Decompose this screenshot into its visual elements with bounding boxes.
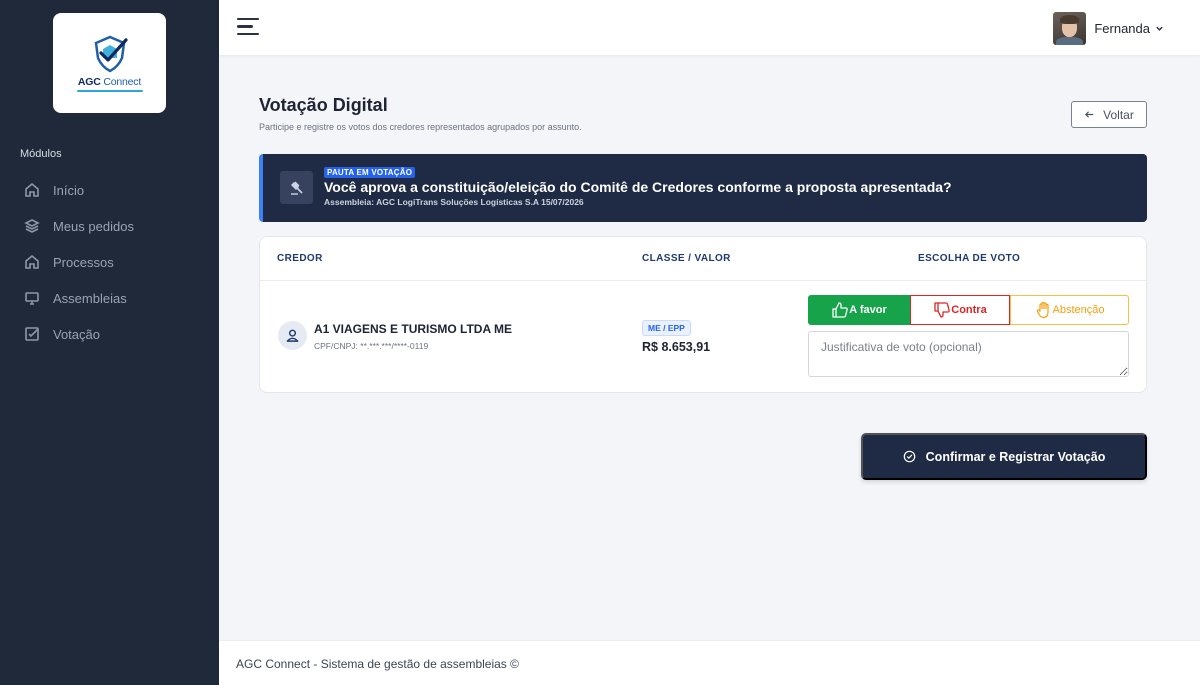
avatar: [1053, 12, 1087, 45]
sidebar-item-processos[interactable]: Processos: [0, 244, 219, 280]
user-menu[interactable]: Fernanda: [1053, 12, 1164, 45]
modules-section-title: Módulos: [20, 148, 62, 160]
sidebar-item-meus-pedidos[interactable]: Meus pedidos: [0, 208, 219, 244]
vote-favor-label: A favor: [849, 304, 887, 316]
brand-name: AGC Connect: [77, 76, 142, 88]
home-icon: [25, 182, 39, 197]
home-icon: [25, 254, 39, 269]
gavel-icon: [280, 171, 313, 204]
back-button[interactable]: Voltar: [1071, 101, 1147, 128]
monitor-icon: [25, 292, 39, 305]
sidebar-item-label: Assembleias: [53, 290, 127, 306]
sidebar: AGC Connect Módulos Início Meus pedidos …: [0, 0, 219, 685]
menu-toggle-icon[interactable]: [237, 18, 259, 36]
pauta-status-badge: PAUTA EM VOTAÇÃO: [324, 167, 416, 178]
footer-text: AGC Connect - Sistema de gestão de assem…: [236, 657, 519, 671]
page-title: Votação Digital: [259, 95, 388, 115]
page-subtitle: Participe e registre os votos dos credor…: [259, 122, 582, 132]
sidebar-item-label: Meus pedidos: [53, 218, 134, 234]
hand-icon: [1036, 301, 1049, 319]
thumbs-up-icon: [832, 302, 849, 318]
vote-favor-button[interactable]: A favor: [808, 295, 910, 325]
pauta-question: Você aprova a constituição/eleição do Co…: [324, 179, 952, 195]
credit-value: R$ 8.653,91: [642, 340, 711, 354]
back-button-label: Voltar: [1103, 107, 1134, 122]
confirm-vote-button[interactable]: Confirmar e Registrar Votação: [861, 433, 1147, 480]
header-divider: [260, 280, 1146, 281]
vote-contra-label: Contra: [951, 304, 987, 316]
check-circle-icon: [903, 450, 915, 463]
user-icon: [278, 321, 307, 350]
shield-check-logo-icon: [94, 35, 128, 73]
vote-options: A favor Contra Abstenção: [808, 295, 1129, 325]
top-header: Fernanda: [219, 0, 1200, 55]
pauta-banner: PAUTA EM VOTAÇÃO Você aprova a constitui…: [259, 154, 1147, 222]
layers-icon: [24, 219, 40, 233]
arrow-left-icon: [1085, 111, 1094, 118]
creditor-name: A1 VIAGENS E TURISMO LTDA ME: [314, 322, 513, 336]
column-header-classe-valor: CLASSE / VALOR: [642, 253, 731, 264]
sidebar-item-assembleias[interactable]: Assembleias: [0, 280, 219, 316]
confirm-vote-label: Confirmar e Registrar Votação: [925, 449, 1106, 464]
chevron-down-icon: [1156, 26, 1163, 31]
sidebar-item-label: Processos: [53, 254, 114, 270]
vote-abstencao-label: Abstenção: [1052, 304, 1105, 316]
sidebar-item-votacao[interactable]: Votação: [0, 316, 219, 352]
class-badge: ME / EPP: [642, 320, 691, 336]
column-header-credor: CREDOR: [277, 253, 323, 264]
vote-contra-button[interactable]: Contra: [910, 295, 1010, 325]
thumbs-down-icon: [934, 302, 951, 318]
brand-logo[interactable]: AGC Connect: [53, 13, 166, 113]
voting-card: CREDOR CLASSE / VALOR ESCOLHA DE VOTO A1…: [259, 236, 1147, 393]
user-name: Fernanda: [1094, 21, 1150, 36]
vote-abstencao-button[interactable]: Abstenção: [1010, 295, 1129, 325]
sidebar-item-label: Início: [53, 182, 85, 198]
brand-underline: [76, 90, 143, 92]
pauta-assembly: Assembleia: AGC LogiTrans Soluções Logís…: [324, 197, 584, 207]
sidebar-item-inicio[interactable]: Início: [0, 172, 219, 208]
creditor-document: CPF/CNPJ: **.***.***/****-0119: [314, 341, 429, 351]
checkbox-icon: [25, 327, 39, 341]
column-header-escolha: ESCOLHA DE VOTO: [918, 253, 1021, 264]
sidebar-nav: Início Meus pedidos Processos Assembleia…: [0, 172, 219, 352]
sidebar-item-label: Votação: [53, 326, 100, 342]
justification-input[interactable]: [808, 331, 1129, 377]
page-footer: AGC Connect - Sistema de gestão de assem…: [219, 640, 1200, 685]
